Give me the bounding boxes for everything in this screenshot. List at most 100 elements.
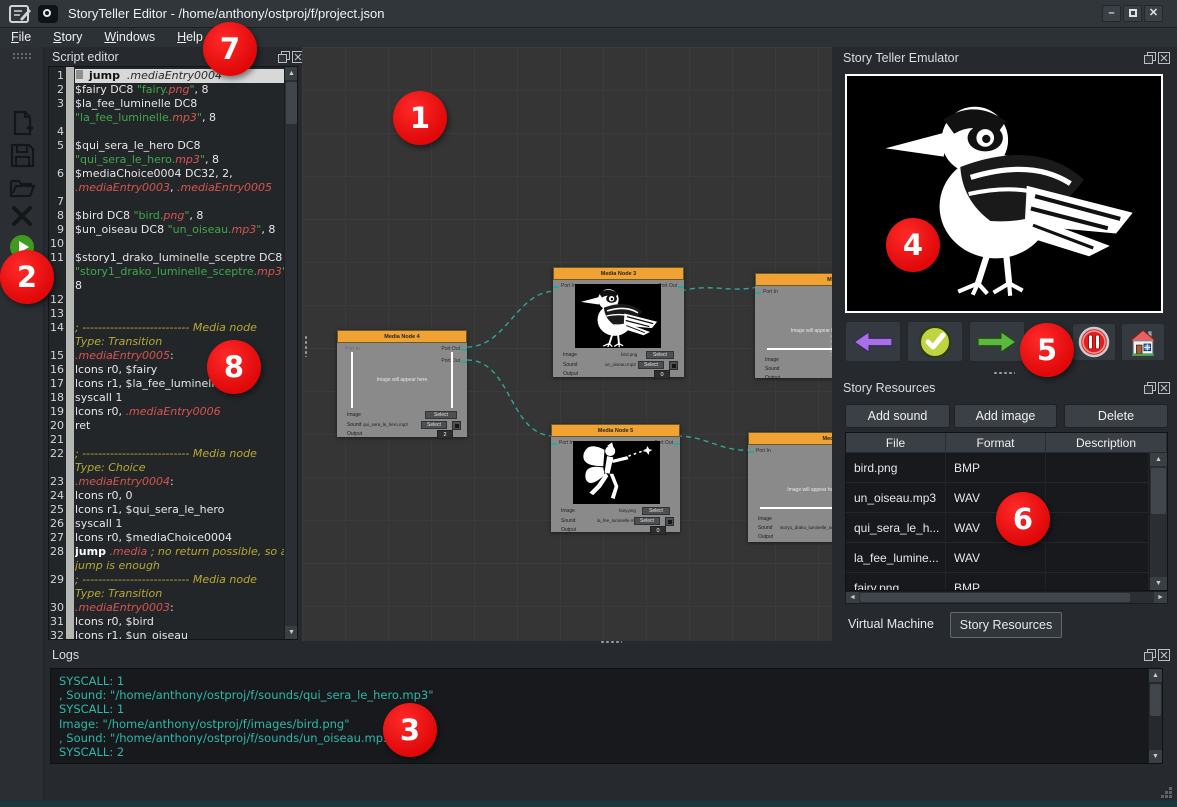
code-line[interactable]: 29; --------------------------- Media no… [49, 573, 285, 587]
code-line[interactable]: 11$story1_drako_luminelle_sceptre DC8 [49, 251, 285, 265]
logs-output[interactable]: SYSCALL: 1, Sound: "/home/anthony/ostpro… [50, 668, 1163, 764]
scroll-down-icon[interactable]: ▼ [1150, 577, 1167, 590]
code-line[interactable]: 12 [49, 293, 285, 307]
splitter-handle[interactable] [304, 335, 308, 357]
select-sound-button[interactable]: Select [638, 361, 664, 369]
tab-virtual-machine[interactable]: Virtual Machine [835, 612, 947, 638]
code-line[interactable]: 31lcons r0, $bird [49, 615, 285, 629]
code-line[interactable]: "la_fee_luminelle.mp3", 8 [49, 111, 285, 125]
output-spinner[interactable]: 0 [654, 370, 670, 379]
home-button[interactable] [1121, 323, 1165, 361]
code-line[interactable]: Type: Choice [49, 461, 285, 475]
close-button[interactable]: ✕ [1144, 5, 1163, 22]
play-sound-icon[interactable] [669, 361, 678, 370]
next-button[interactable] [969, 321, 1025, 362]
minimize-button[interactable]: – [1102, 5, 1121, 22]
window-resize-grip[interactable] [1156, 782, 1172, 798]
scroll-up-icon[interactable]: ▲ [1150, 453, 1167, 466]
code-line[interactable]: 2$fairy DC8 "fairy.png", 8 [49, 83, 285, 97]
port-out[interactable]: Port Out [658, 283, 677, 289]
scroll-left-icon[interactable]: ◄ [846, 592, 859, 603]
table-row[interactable]: bird.pngBMP [846, 453, 1149, 483]
node-title[interactable]: Media Node 6 [748, 432, 832, 445]
code-line[interactable]: 22; --------------------------- Media no… [49, 447, 285, 461]
code-line[interactable]: 21 [49, 433, 285, 447]
output-spinner[interactable]: 2 [437, 430, 453, 439]
port-in[interactable]: Port In [561, 283, 576, 289]
node-title[interactable]: Media Node 4 [337, 330, 467, 343]
float-icon[interactable] [278, 51, 290, 63]
save-button[interactable] [8, 141, 36, 169]
code-line[interactable]: "story1_drako_luminelle_sceptre.mp3", [49, 265, 285, 279]
play-sound-icon[interactable] [452, 421, 461, 430]
maximize-button[interactable] [1123, 5, 1142, 22]
code-line[interactable]: 30.mediaEntry0003: [49, 601, 285, 615]
scroll-down-icon[interactable]: ▼ [1149, 750, 1162, 763]
splitter-handle[interactable] [993, 371, 1015, 375]
new-file-button[interactable] [8, 109, 36, 137]
float-icon[interactable] [1144, 52, 1156, 64]
delete-button[interactable]: Delete [1064, 404, 1168, 428]
script-editor[interactable]: 1jump .mediaEntry00042$fairy DC8 "fairy.… [48, 66, 298, 640]
code-line[interactable]: 20ret [49, 419, 285, 433]
code-line[interactable]: .mediaEntry0003, .mediaEntry0005 [49, 181, 285, 195]
table-row[interactable]: fairy.pngBMP [846, 573, 1149, 590]
menu-item-story[interactable]: Story [42, 28, 93, 47]
splitter-handle[interactable] [829, 334, 833, 356]
code-line[interactable]: 23.mediaEntry0004: [49, 475, 285, 489]
code-line[interactable]: 27lcons r0, $mediaChoice0004 [49, 531, 285, 545]
code-line[interactable]: 13 [49, 307, 285, 321]
code-line[interactable]: 4 [49, 125, 285, 139]
table-header[interactable]: File Format Description [846, 433, 1167, 453]
add-sound-button[interactable]: Add sound [845, 404, 950, 428]
node-title[interactable]: Media Node 3 [553, 267, 684, 280]
select-image-button[interactable]: Select [425, 411, 457, 419]
node-title[interactable]: Media Node 5 [551, 424, 680, 437]
select-image-button[interactable]: Select [646, 351, 674, 359]
open-folder-button[interactable] [8, 173, 36, 201]
code-line[interactable]: 25lcons r1, $qui_sera_le_hero [49, 503, 285, 517]
code-line[interactable]: 18syscall 1 [49, 391, 285, 405]
code-line[interactable]: 3$la_fee_luminelle DC8 [49, 97, 285, 111]
splitter-handle[interactable] [600, 640, 622, 644]
port-in[interactable]: Port In [559, 440, 574, 446]
node-graph-canvas[interactable]: Media Node 4 Port In Port Out Port Out I… [302, 47, 832, 641]
scroll-thumb[interactable] [1150, 684, 1161, 716]
scroll-down-icon[interactable]: ▼ [285, 626, 298, 639]
code-line[interactable]: "qui_sera_le_hero.mp3", 8 [49, 153, 285, 167]
close-panel-icon[interactable] [1158, 382, 1170, 394]
code-line[interactable]: 9$un_oiseau DC8 "un_oiseau.mp3", 8 [49, 223, 285, 237]
play-sound-icon[interactable] [665, 517, 674, 526]
select-sound-button[interactable]: Select [421, 421, 447, 429]
logs-vscrollbar[interactable]: ▲ ▼ [1148, 669, 1162, 763]
code-line[interactable]: 28jump .media ; no return possible, so a [49, 545, 285, 559]
scroll-right-icon[interactable]: ► [1154, 592, 1167, 603]
table-hscrollbar[interactable]: ◄ ► [845, 591, 1168, 604]
scroll-thumb[interactable] [286, 82, 297, 124]
code-line[interactable]: 26syscall 1 [49, 517, 285, 531]
node-partial-top[interactable]: Media Node Port In Image will appear her… [755, 273, 832, 378]
code-line[interactable]: 1jump .mediaEntry0004 [49, 69, 285, 83]
code-line[interactable]: 10 [49, 237, 285, 251]
code-line[interactable]: 7 [49, 195, 285, 209]
table-row[interactable]: la_fee_lumine...WAV [846, 543, 1149, 573]
node-title[interactable]: Media Node [755, 273, 832, 286]
editor-vscrollbar[interactable]: ▲ ▼ [284, 67, 297, 639]
scroll-up-icon[interactable]: ▲ [1149, 669, 1162, 682]
pause-button[interactable] [1072, 323, 1116, 361]
code-line[interactable]: Type: Transition [49, 587, 285, 601]
close-panel-icon[interactable] [1158, 52, 1170, 64]
close-panel-icon[interactable] [1158, 649, 1170, 661]
node-media-node-4[interactable]: Media Node 4 Port In Port Out Port Out I… [337, 330, 467, 437]
code-line[interactable]: 6$mediaChoice0004 DC32, 2, [49, 167, 285, 181]
previous-button[interactable] [845, 321, 901, 362]
table-vscrollbar[interactable]: ▲ ▼ [1149, 453, 1167, 590]
select-image-button[interactable]: Select [642, 507, 670, 515]
title-bar[interactable]: StoryTeller Editor - /home/anthony/ostpr… [0, 0, 1177, 28]
code-line[interactable]: 24lcons r0, 0 [49, 489, 285, 503]
code-line[interactable]: 5$qui_sera_le_hero DC8 [49, 139, 285, 153]
select-sound-button[interactable]: Select [634, 517, 660, 525]
output-spinner[interactable]: 0 [650, 526, 666, 535]
tab-story-resources[interactable]: Story Resources [950, 612, 1062, 638]
scroll-up-icon[interactable]: ▲ [285, 67, 298, 80]
